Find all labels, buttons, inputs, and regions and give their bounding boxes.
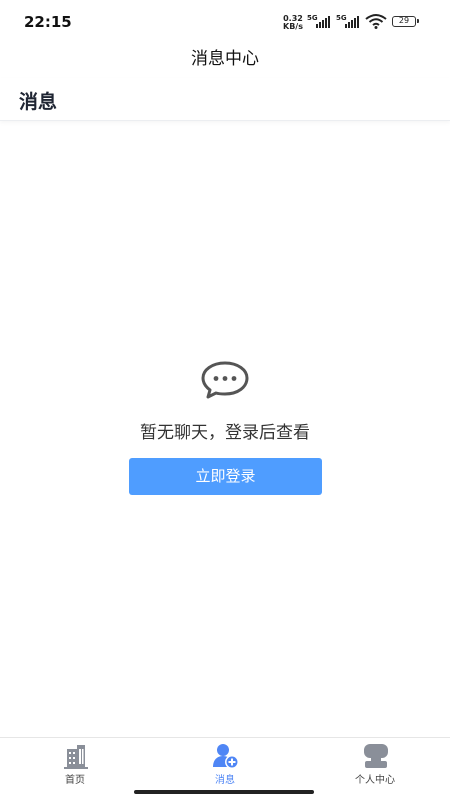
signal-type-label-2: 5G: [336, 14, 347, 22]
tab-home-label: 首页: [65, 775, 85, 786]
tab-home[interactable]: 首页: [0, 741, 150, 787]
empty-state-message: 暂无聊天，登录后查看: [140, 423, 310, 443]
wifi-icon: [365, 14, 387, 29]
login-button[interactable]: 立即登录: [129, 458, 322, 495]
app-title: 消息中心: [191, 49, 259, 69]
signal-type-label: 5G: [307, 14, 318, 22]
person-icon: [364, 744, 388, 768]
tab-messages-label: 消息: [215, 775, 235, 786]
user-add-icon: [213, 744, 239, 769]
page-title: 消息: [19, 91, 58, 113]
cellular-signal-icon: 5G: [307, 14, 331, 28]
home-indicator[interactable]: [134, 790, 314, 794]
chat-bubble-icon: [201, 361, 249, 399]
status-bar: 22:15 0.32 KB/s 5G 5G 29: [0, 0, 450, 44]
network-speed-unit: KB/s: [283, 22, 303, 31]
page-header: 消息: [0, 78, 450, 121]
network-speed: 0.32 KB/s: [283, 15, 303, 31]
battery-icon: 29: [392, 16, 419, 27]
tab-profile-label: 个人中心: [355, 775, 395, 786]
tab-messages[interactable]: 消息: [150, 741, 300, 787]
cellular-signal-icon-2: 5G: [336, 14, 360, 28]
tab-profile[interactable]: 个人中心: [300, 741, 450, 787]
status-time: 22:15: [24, 13, 72, 31]
building-icon: [64, 745, 88, 769]
